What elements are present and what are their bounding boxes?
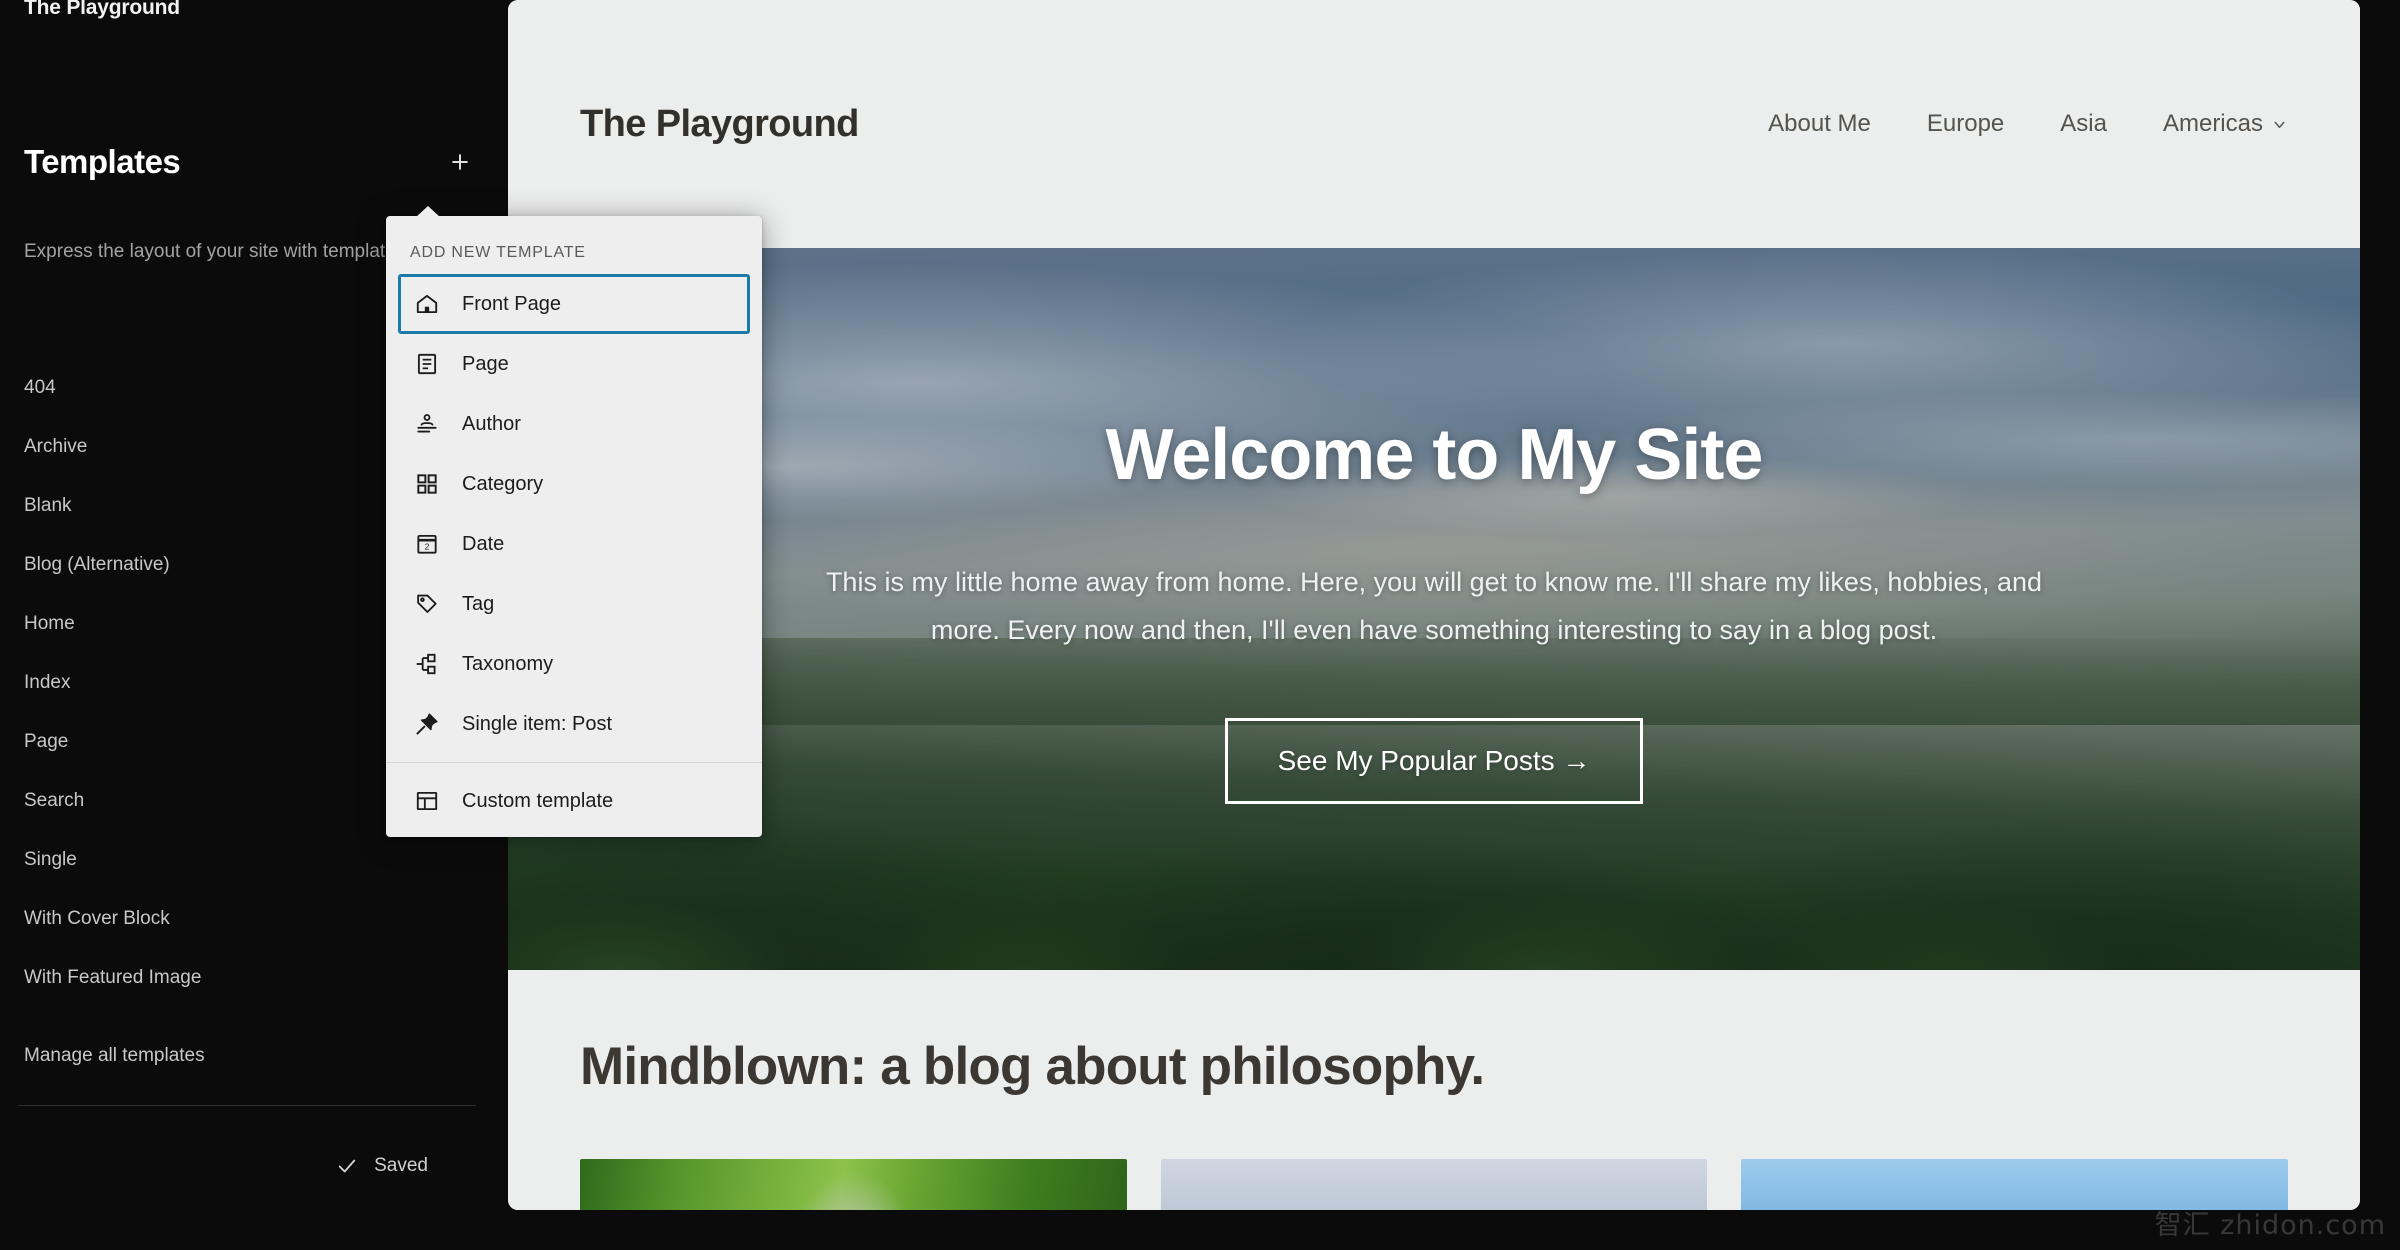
- hero-cover-block: Welcome to My Site This is my little hom…: [508, 248, 2360, 970]
- sidebar-item-with-cover-block[interactable]: With Cover Block: [0, 889, 508, 948]
- menu-item-label: Page: [462, 352, 509, 375]
- check-icon: [336, 1155, 358, 1177]
- home-icon: [412, 289, 442, 319]
- menu-item-category[interactable]: Category: [398, 454, 750, 514]
- templates-description: Express the layout of your site with tem…: [24, 241, 411, 262]
- sidebar-site-title: The Playground: [24, 0, 180, 19]
- pin-icon: [412, 709, 442, 739]
- menu-item-front-page[interactable]: Front Page: [398, 274, 750, 334]
- app-shell: The Playground Templates Express the lay…: [0, 0, 2400, 1250]
- sidebar-item-single[interactable]: Single: [0, 830, 508, 889]
- blog-section-heading: Mindblown: a blog about philosophy.: [580, 1037, 1485, 1096]
- list-item[interactable]: [1160, 1159, 1708, 1210]
- nav-link-label: Europe: [1926, 110, 2005, 137]
- hero-subtitle: This is my little home away from home. H…: [825, 567, 2043, 645]
- menu-item-label: Date: [462, 532, 505, 555]
- menu-item-date[interactable]: 2 Date: [398, 514, 750, 574]
- author-icon: [412, 409, 442, 439]
- calendar-icon: 2: [412, 529, 442, 559]
- list-item[interactable]: [580, 1159, 1127, 1210]
- nav-link-label: Asia: [2060, 110, 2107, 137]
- menu-item-label: Front Page: [462, 292, 561, 315]
- layout-icon: [412, 786, 442, 816]
- hero-content: Welcome to My Site This is my little hom…: [508, 414, 2360, 804]
- save-status-label: Saved: [374, 1155, 428, 1176]
- site-brand-title: The Playground: [580, 102, 859, 145]
- taxonomy-icon: [412, 649, 442, 679]
- menu-item-taxonomy[interactable]: Taxonomy: [398, 634, 750, 694]
- menu-item-single-item-post[interactable]: Single item: Post: [398, 694, 750, 754]
- popover-divider: [386, 762, 762, 763]
- site-navigation: About Me Europe Asia Americas: [1768, 110, 2288, 138]
- hero-title: Welcome to My Site: [1105, 415, 1764, 495]
- page-title: Templates: [24, 143, 181, 180]
- limestone-karst-photo: [1160, 1159, 1708, 1210]
- popover-title: ADD NEW TEMPLATE: [410, 244, 586, 261]
- menu-item-label: Taxonomy: [462, 652, 554, 675]
- menu-item-label: Author: [462, 412, 521, 435]
- svg-text:2: 2: [425, 542, 430, 552]
- menu-item-author[interactable]: Author: [398, 394, 750, 454]
- plus-icon: [447, 149, 473, 175]
- add-new-template-popover: ADD NEW TEMPLATE Front Page Page Author …: [386, 206, 762, 837]
- tag-icon: [412, 589, 442, 619]
- popover-arrow: [416, 206, 440, 217]
- chevron-down-icon: [2271, 116, 2288, 133]
- nav-link-asia[interactable]: Asia: [2060, 110, 2107, 138]
- blue-mountains-photo: [1741, 1159, 2289, 1210]
- nav-link-label: Americas: [2162, 110, 2263, 137]
- add-new-template-button[interactable]: [438, 140, 482, 184]
- nav-link-americas[interactable]: Americas: [2163, 110, 2288, 138]
- nav-link-europe[interactable]: Europe: [1927, 110, 2004, 138]
- menu-item-custom-template[interactable]: Custom template: [398, 771, 750, 831]
- menu-item-label: Custom template: [462, 789, 614, 812]
- blog-section: Mindblown: a blog about philosophy.: [508, 970, 2360, 1210]
- forest-river-photo: [580, 1159, 1127, 1210]
- nav-link-label: About Me: [1768, 110, 1871, 137]
- menu-item-label: Single item: Post: [462, 712, 613, 735]
- menu-item-page[interactable]: Page: [398, 334, 750, 394]
- sidebar-divider: [18, 1105, 476, 1106]
- editor-canvas: The Playground About Me Europe Asia Amer…: [508, 0, 2360, 1210]
- save-status-indicator[interactable]: Saved: [0, 1155, 508, 1177]
- page-icon: [412, 349, 442, 379]
- templates-panel-header: Templates: [24, 140, 484, 184]
- list-item[interactable]: [1741, 1159, 2289, 1210]
- category-grid-icon: [412, 469, 442, 499]
- menu-item-label: Tag: [462, 592, 495, 615]
- menu-item-label: Category: [462, 472, 544, 495]
- blog-card-row: [580, 1159, 2289, 1210]
- sidebar-item-with-featured-image[interactable]: With Featured Image: [0, 948, 508, 1007]
- see-popular-posts-button[interactable]: See My Popular Posts →: [1224, 718, 1644, 804]
- menu-item-tag[interactable]: Tag: [398, 574, 750, 634]
- site-header: The Playground About Me Europe Asia Amer…: [508, 0, 2360, 248]
- manage-all-templates-link[interactable]: Manage all templates: [0, 1026, 508, 1085]
- nav-link-about-me[interactable]: About Me: [1768, 110, 1871, 138]
